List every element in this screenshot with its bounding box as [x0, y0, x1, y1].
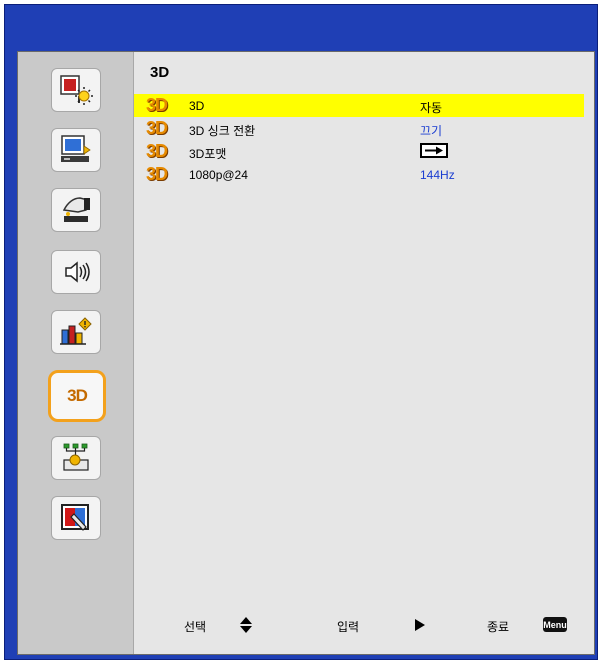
menu-row-label: 3D: [189, 99, 205, 113]
menu-row-value[interactable]: 144Hz: [420, 168, 455, 182]
menu-row-1080p24[interactable]: 3D 1080p@24 144Hz: [134, 163, 584, 186]
sidebar-item-interactive[interactable]: [51, 496, 101, 540]
speaker-volume-icon: [65, 261, 90, 283]
network-icon: [63, 443, 89, 471]
menu-row-value[interactable]: 끄기: [420, 122, 442, 139]
footer-select-label: 선택: [184, 620, 207, 634]
sidebar-3d-label: 3D: [67, 386, 88, 405]
menu-row-label: 3D포맷: [189, 147, 227, 161]
sidebar-item-image[interactable]: [51, 68, 101, 112]
3d-badge-icon: 3D: [146, 141, 168, 161]
menu-row-3d-format[interactable]: 3D 3D포맷: [134, 140, 584, 163]
menu-row-label: 1080p@24: [189, 168, 248, 182]
picture-settings-icon: [60, 75, 93, 105]
display-settings-icon: [61, 135, 91, 162]
setup-hand-icon: [62, 197, 90, 222]
menu-row-value[interactable]: 자동: [420, 99, 442, 116]
up-down-arrow-icon: [240, 617, 252, 633]
footer-exit-label: 종료: [487, 620, 510, 634]
sidebar-item-3d[interactable]: 3D: [48, 370, 106, 422]
sidebar-item-network[interactable]: [51, 436, 101, 480]
osd-panel: 3D 3D 3D 3D 자동 3D 3D 싱크 전환 끄기 3D 3D포맷 3D…: [17, 51, 595, 655]
footer-enter-label: 입력: [337, 620, 360, 634]
3d-badge-icon: 3D: [146, 164, 168, 184]
sidebar-item-display[interactable]: [51, 128, 101, 172]
sidebar: 3D: [18, 52, 134, 654]
info-chart-icon: [60, 317, 92, 345]
menu-row-3d-sync-invert[interactable]: 3D 3D 싱크 전환 끄기: [134, 117, 584, 140]
sidebar-item-information[interactable]: [51, 310, 101, 354]
right-triangle-icon: [415, 619, 425, 631]
menu-key-icon: Menu: [543, 617, 567, 632]
sidebar-item-setup[interactable]: [51, 188, 101, 232]
right-arrow-box-icon[interactable]: [420, 143, 448, 158]
footer-hints: 선택 입력 종료 Menu: [134, 614, 596, 638]
3d-badge-icon: 3D: [146, 118, 168, 138]
menu-content: 3D 3D 3D 자동 3D 3D 싱크 전환 끄기 3D 3D포맷 3D 10…: [134, 52, 596, 654]
3d-badge-icon: 3D: [146, 95, 168, 115]
menu-row-label: 3D 싱크 전환: [189, 124, 256, 138]
osd-window: 3D 3D 3D 3D 자동 3D 3D 싱크 전환 끄기 3D 3D포맷 3D…: [4, 4, 598, 660]
menu-row-3d[interactable]: 3D 3D 자동: [134, 94, 584, 117]
page-title: 3D: [150, 64, 170, 81]
interactive-pen-icon: [61, 504, 89, 531]
sidebar-item-volume[interactable]: [51, 250, 101, 294]
